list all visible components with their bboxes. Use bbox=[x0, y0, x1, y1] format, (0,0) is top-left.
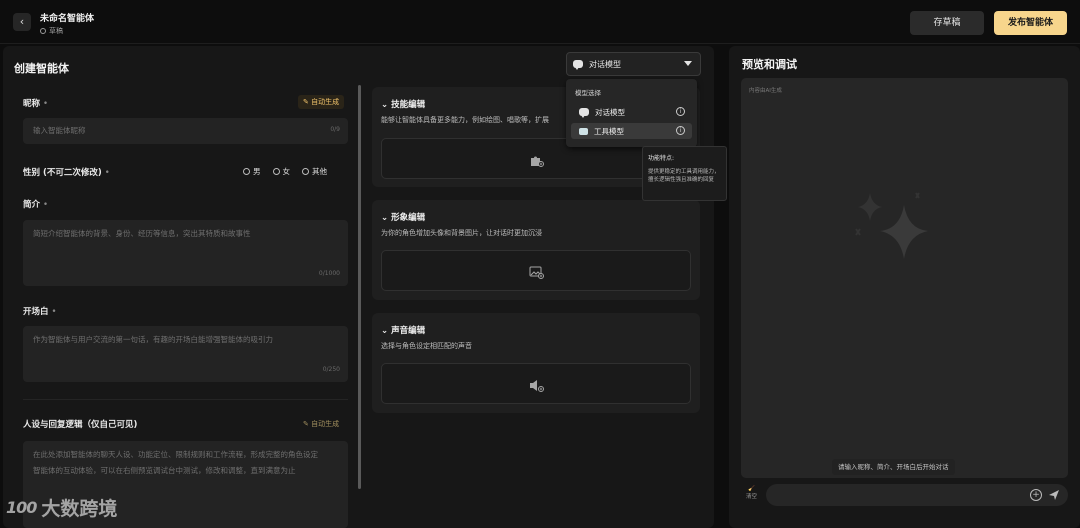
preview-title: 预览和调试 bbox=[742, 58, 797, 71]
gender-label: 性别 (不可二次修改) • bbox=[23, 168, 110, 178]
nickname-counter: 0/9 bbox=[330, 126, 340, 133]
chat-bubble-icon bbox=[573, 60, 583, 70]
clear-chat-button[interactable]: 🧹 清空 bbox=[746, 485, 757, 501]
send-icon[interactable] bbox=[1048, 489, 1060, 501]
model-select-value: 对话模型 bbox=[589, 59, 621, 69]
persona-label: 人设与回复逻辑（仅自己可见) bbox=[23, 420, 138, 430]
chat-bubble-icon bbox=[579, 108, 589, 118]
image-upload-box[interactable] bbox=[381, 250, 691, 291]
skills-desc: 能够让智能体具备更多能力，例如绘图、唱歌等，扩展 bbox=[381, 116, 549, 124]
model-menu-heading: 模型选择 bbox=[575, 89, 601, 97]
gender-radio-male[interactable]: 男 bbox=[243, 166, 261, 177]
watermark-text: 大数跨境 bbox=[41, 498, 118, 520]
publish-button[interactable]: 发布智能体 bbox=[994, 11, 1067, 35]
sparkle-icon bbox=[855, 192, 928, 259]
app-title: 未命名智能体 bbox=[40, 14, 95, 24]
broom-icon: 🧹 bbox=[748, 486, 755, 492]
ai-generated-note: 内容由AI生成 bbox=[749, 88, 782, 94]
start-chat-hint: 请输入昵称、简介、开场白后开始对话 bbox=[832, 459, 955, 475]
opening-textarea[interactable]: 作为智能体与用户交流的第一句话，有趣的开场白能增强智能体的吸引力 0/250 bbox=[23, 326, 348, 382]
opening-counter: 0/250 bbox=[322, 366, 340, 373]
back-button[interactable]: ‹ bbox=[13, 13, 31, 31]
intro-placeholder: 简短介绍智能体的背景、身份、经历等信息，突出其特质和故事性 bbox=[33, 229, 251, 238]
voice-title[interactable]: ⌄ 声音编辑 bbox=[381, 324, 425, 336]
info-icon[interactable]: i bbox=[676, 107, 685, 116]
intro-textarea[interactable]: 简短介绍智能体的背景、身份、经历等信息，突出其特质和故事性 0/1000 bbox=[23, 220, 348, 286]
nickname-auto-generate-button[interactable]: ✎ 自动生成 bbox=[298, 95, 345, 109]
image-section: ⌄ 形象编辑 为你的角色增加头像和背景图片，让对话时更加沉浸 bbox=[372, 200, 700, 300]
model-option-chat[interactable]: 对话模型 i bbox=[571, 104, 692, 120]
voice-select-box[interactable] bbox=[381, 363, 691, 404]
intro-counter: 0/1000 bbox=[318, 270, 340, 277]
model-info-tooltip: 功能特点: 提供更稳定的工具调用能力，擅长逻辑性强且准确的回复 bbox=[642, 146, 727, 201]
form-divider bbox=[23, 399, 348, 400]
model-option-tool[interactable]: 工具模型 i bbox=[571, 123, 692, 139]
tool-icon bbox=[579, 127, 588, 135]
image-add-icon bbox=[529, 264, 544, 279]
status-text: 草稿 bbox=[49, 27, 63, 35]
preview-panel: 预览和调试 内容由AI生成 请输入昵称、简介、开场白后开始对话 🧹 清空 + bbox=[729, 46, 1080, 528]
page-title: 创建智能体 bbox=[14, 62, 69, 75]
voice-desc: 选择与角色设定相匹配的声音 bbox=[381, 342, 472, 350]
model-dropdown-menu: 模型选择 对话模型 i 工具模型 i bbox=[566, 79, 697, 147]
tooltip-body: 提供更稳定的工具调用能力，擅长逻辑性强且准确的回复 bbox=[648, 169, 720, 183]
intro-label: 简介 • bbox=[23, 200, 48, 210]
nickname-label: 昵称 • bbox=[23, 99, 48, 109]
caret-down-icon bbox=[684, 61, 692, 66]
status-badge: 草稿 bbox=[40, 26, 63, 36]
image-desc: 为你的角色增加头像和背景图片，让对话时更加沉浸 bbox=[381, 229, 542, 237]
persona-placeholder-2: 智能体的互动体验，可以在右侧预览调试台中测试，修改和调整，直到满意为止 bbox=[33, 466, 296, 475]
chat-input[interactable]: + bbox=[766, 484, 1068, 506]
speaker-add-icon bbox=[529, 377, 544, 392]
info-icon[interactable]: i bbox=[676, 126, 685, 135]
add-icon[interactable]: + bbox=[1030, 489, 1042, 501]
profile-form: 昵称 • ✎ 自动生成 输入智能体昵称 0/9 性别 (不可二次修改) • 男 … bbox=[13, 86, 358, 528]
status-dot-icon bbox=[40, 28, 46, 34]
form-scrollbar[interactable] bbox=[358, 85, 361, 489]
save-draft-button[interactable]: 存草稿 bbox=[910, 11, 984, 35]
chat-area: 内容由AI生成 bbox=[741, 78, 1068, 478]
image-title[interactable]: ⌄ 形象编辑 bbox=[381, 211, 425, 223]
tooltip-title: 功能特点: bbox=[648, 155, 675, 162]
nickname-input[interactable]: 输入智能体昵称 0/9 bbox=[23, 118, 348, 144]
persona-placeholder-1: 在此处添加智能体的聊天人设、功能定位、限制规则和工作流程，形成完整的角色设定 bbox=[33, 450, 318, 459]
gender-radio-other[interactable]: 其他 bbox=[302, 166, 327, 177]
puzzle-add-icon bbox=[529, 152, 544, 167]
model-select[interactable]: 对话模型 bbox=[566, 52, 701, 76]
watermark: 100 大数跨境 bbox=[6, 494, 117, 521]
gender-radio-female[interactable]: 女 bbox=[272, 166, 290, 177]
skills-title[interactable]: ⌄ 技能编辑 bbox=[381, 98, 425, 110]
watermark-logo: 100 bbox=[6, 498, 37, 517]
opening-label: 开场白 • bbox=[23, 307, 57, 317]
top-bar: ‹ 未命名智能体 草稿 存草稿 发布智能体 bbox=[0, 0, 1080, 44]
chevron-left-icon: ‹ bbox=[19, 15, 25, 28]
persona-auto-generate-button[interactable]: ✎ 自动生成 bbox=[303, 419, 339, 429]
opening-placeholder: 作为智能体与用户交流的第一句话，有趣的开场白能增强智能体的吸引力 bbox=[33, 335, 273, 344]
gender-radio-group: 男 女 其他 bbox=[243, 166, 327, 177]
voice-section: ⌄ 声音编辑 选择与角色设定相匹配的声音 bbox=[372, 313, 700, 413]
nickname-placeholder: 输入智能体昵称 bbox=[33, 126, 86, 135]
